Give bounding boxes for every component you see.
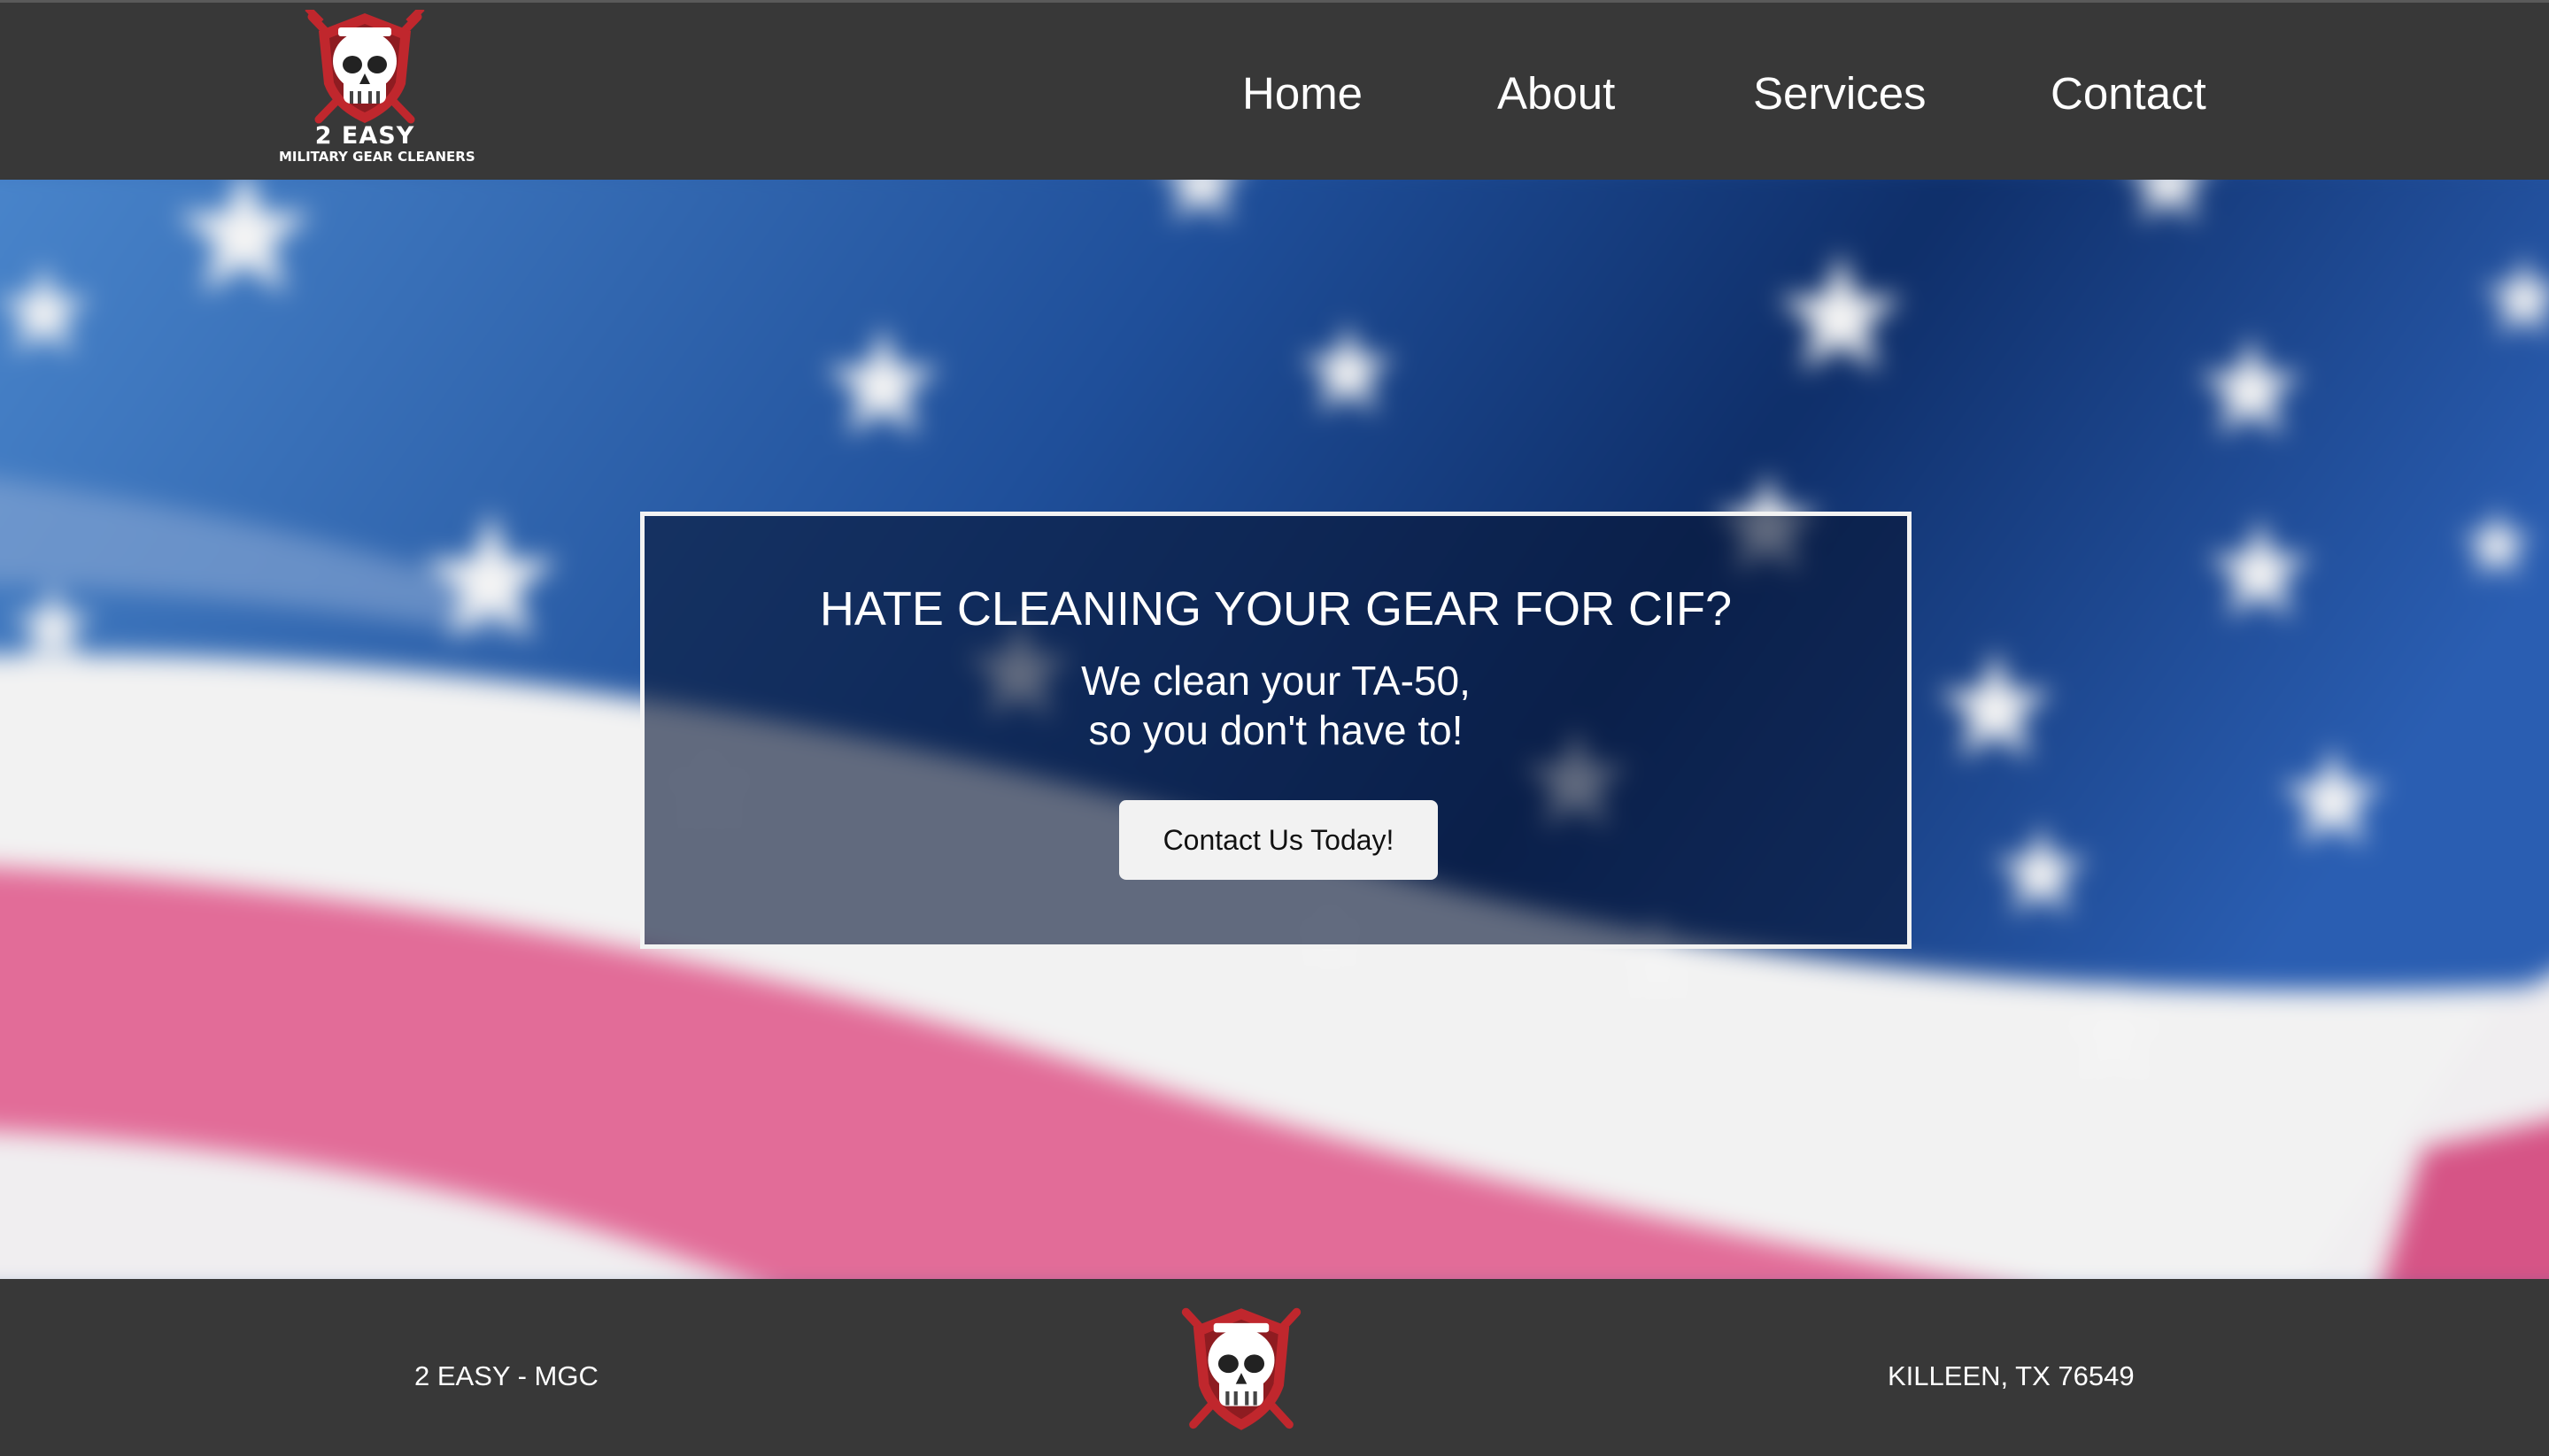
hero-callout-box: HATE CLEANING YOUR GEAR FOR CIF? We clea… [640, 512, 1912, 949]
footer-brand-text: 2 EASY - MGC [414, 1360, 599, 1391]
contact-us-button[interactable]: Contact Us Today! [1119, 800, 1438, 880]
hero-subtitle-line2: so you don't have to! [1088, 707, 1464, 753]
brand-logo[interactable]: 2 EASY MILITARY GEAR CLEANERS [279, 10, 475, 166]
hero-section: HATE CLEANING YOUR GEAR FOR CIF? We clea… [0, 180, 2549, 1279]
hero-title: HATE CLEANING YOUR GEAR FOR CIF? [819, 582, 1733, 636]
footer-location-text: KILLEEN, TX 76549 [1888, 1360, 2135, 1391]
nav-contact[interactable]: Contact [2051, 63, 2206, 125]
hero-subtitle-line1: We clean your TA-50, [1081, 658, 1471, 704]
nav-home[interactable]: Home [1242, 63, 1363, 125]
nav-services[interactable]: Services [1753, 63, 1927, 125]
site-footer: 2 EASY - MGC KILLEEN, TX 76549 [0, 1279, 2549, 1456]
nav-about[interactable]: About [1497, 63, 1615, 125]
footer-skull-crest-icon [1181, 1307, 1302, 1430]
logo-title: 2 EASY [314, 122, 415, 150]
skull-crest-icon [305, 10, 425, 124]
logo-subtitle: MILITARY GEAR CLEANERS [279, 149, 475, 165]
site-header: 2 EASY MILITARY GEAR CLEANERS Home About… [0, 0, 2549, 180]
